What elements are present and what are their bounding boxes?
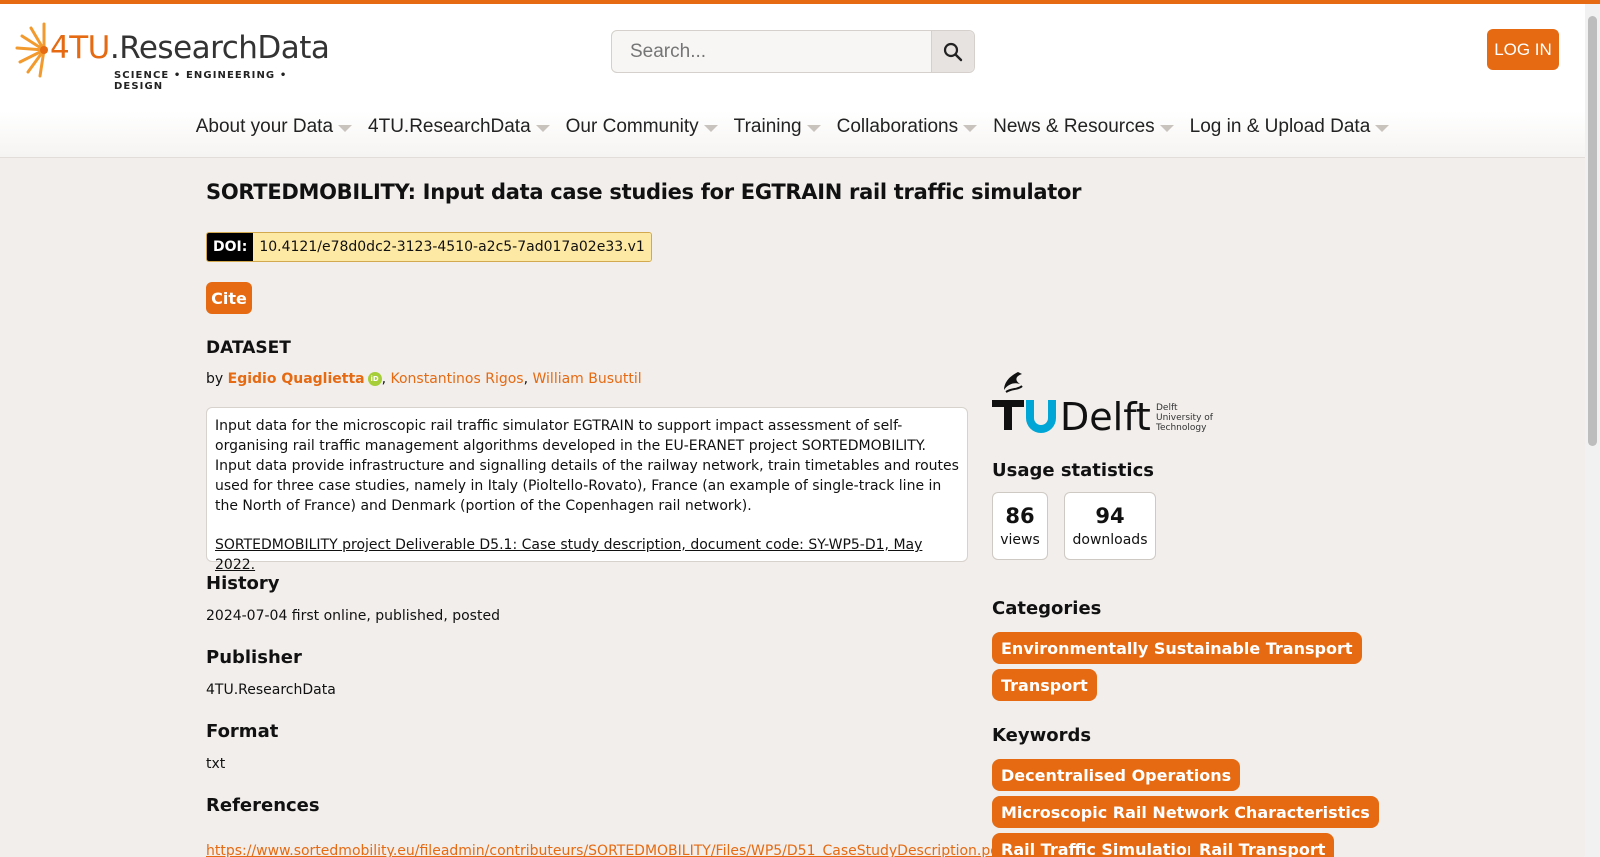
views-stat: 86 views [992, 492, 1048, 560]
author-link[interactable]: Konstantinos Rigos [391, 371, 524, 387]
doi-badge[interactable]: DOI: 10.4121/e78d0dc2-3123-4510-a2c5-7ad… [206, 232, 652, 262]
history-value: 2024-07-04 first online, published, post… [206, 608, 500, 624]
search-icon [943, 42, 963, 61]
author-link[interactable]: William Busuttil [533, 371, 642, 387]
description-text: Input data provide infrastructure and si… [215, 458, 959, 514]
main-nav: About your Data 4TU.ResearchData Our Com… [0, 116, 1585, 138]
nav-item-our-community[interactable]: Our Community [558, 116, 726, 138]
nav-item-collaborations[interactable]: Collaborations [829, 116, 985, 138]
site-header: 4TU.ResearchData SCIENCE • ENGINEERING •… [0, 4, 1585, 158]
svg-text:University of: University of [1156, 413, 1214, 423]
caret-down-icon [535, 124, 550, 132]
page-scrollbar[interactable] [1585, 4, 1600, 857]
page-title: SORTEDMOBILITY: Input data case studies … [206, 180, 1082, 204]
nav-item-training[interactable]: Training [726, 116, 829, 138]
downloads-stat: 94 downloads [1064, 492, 1156, 560]
nav-label: News & Resources [993, 116, 1155, 137]
caret-down-icon [806, 124, 821, 132]
keyword-tag[interactable]: Rail Traffic Simulation [992, 833, 1208, 857]
sunburst-icon [15, 22, 48, 78]
history-heading: History [206, 573, 280, 594]
downloads-label: downloads [1072, 532, 1148, 548]
search-button[interactable] [931, 31, 974, 72]
nav-item-login-upload[interactable]: Log in & Upload Data [1182, 116, 1398, 138]
description-link[interactable]: SORTEDMOBILITY project Deliverable D5.1:… [215, 535, 959, 575]
login-button[interactable]: LOG IN [1487, 29, 1559, 70]
keyword-tag[interactable]: Rail Transport [1190, 833, 1335, 857]
usage-heading: Usage statistics [992, 460, 1154, 481]
publisher-value: 4TU.ResearchData [206, 682, 336, 698]
description-box: Input data for the microscopic rail traf… [206, 407, 968, 573]
cite-button[interactable]: Cite [206, 282, 252, 314]
svg-text:Delft: Delft [1156, 403, 1178, 413]
categories-heading: Categories [992, 598, 1102, 619]
author-link[interactable]: Egidio Quaglietta [228, 371, 365, 387]
downloads-count: 94 [1095, 504, 1125, 528]
svg-text:Technology: Technology [1155, 423, 1207, 433]
scrollbar-thumb[interactable] [1588, 16, 1597, 446]
keyword-tag[interactable]: Microscopic Rail Network Characteristics [992, 796, 1379, 828]
nav-label: 4TU.ResearchData [368, 116, 531, 137]
logo-tagline: SCIENCE • ENGINEERING • DESIGN [114, 70, 288, 92]
nav-label: Collaborations [836, 116, 959, 137]
search-input[interactable] [612, 31, 931, 72]
caret-down-icon [963, 124, 978, 132]
tu-delft-logo: Delft Delft University of Technology [992, 372, 1214, 439]
orcid-icon[interactable]: iD [367, 372, 382, 386]
caret-down-icon [703, 124, 718, 132]
doi-label: DOI: [207, 233, 254, 261]
site-logo[interactable]: 4TU.ResearchData SCIENCE • ENGINEERING •… [14, 20, 330, 92]
institution-logo[interactable]: Delft Delft University of Technology [992, 370, 1222, 440]
description-text: Input data for the microscopic rail traf… [215, 418, 926, 454]
reference-link[interactable]: https://www.sortedmobility.eu/fileadmin/… [206, 843, 1004, 857]
tudelft-wordmark: Delft [1060, 395, 1151, 439]
dataset-type-label: DATASET [206, 338, 291, 358]
nav-label: Training [733, 116, 802, 137]
category-tag[interactable]: Transport [992, 669, 1097, 701]
nav-item-about-your-data[interactable]: About your Data [188, 116, 360, 138]
logo-wordmark: 4TU.ResearchData [50, 30, 330, 66]
publisher-heading: Publisher [206, 647, 302, 668]
keyword-tag[interactable]: Decentralised Operations [992, 759, 1241, 791]
views-label: views [1000, 532, 1040, 548]
format-value: txt [206, 756, 226, 772]
by-label: by [206, 371, 224, 387]
nav-label: Our Community [565, 116, 699, 137]
format-heading: Format [206, 721, 279, 742]
caret-down-icon [1159, 124, 1174, 132]
nav-item-4tu-researchdata[interactable]: 4TU.ResearchData [360, 116, 558, 138]
references-heading: References [206, 795, 320, 816]
caret-down-icon [338, 124, 353, 132]
nav-item-news-resources[interactable]: News & Resources [985, 116, 1182, 138]
nav-label: Log in & Upload Data [1189, 116, 1371, 137]
search-bar [611, 30, 975, 73]
caret-down-icon [1375, 124, 1390, 132]
category-tag[interactable]: Environmentally Sustainable Transport [992, 632, 1362, 664]
views-count: 86 [1005, 504, 1035, 528]
nav-label: About your Data [195, 116, 334, 137]
doi-value[interactable]: 10.4121/e78d0dc2-3123-4510-a2c5-7ad017a0… [253, 233, 651, 261]
keywords-heading: Keywords [992, 725, 1092, 746]
author-list: by Egidio Quaglietta iD, Konstantinos Rig… [206, 371, 642, 387]
